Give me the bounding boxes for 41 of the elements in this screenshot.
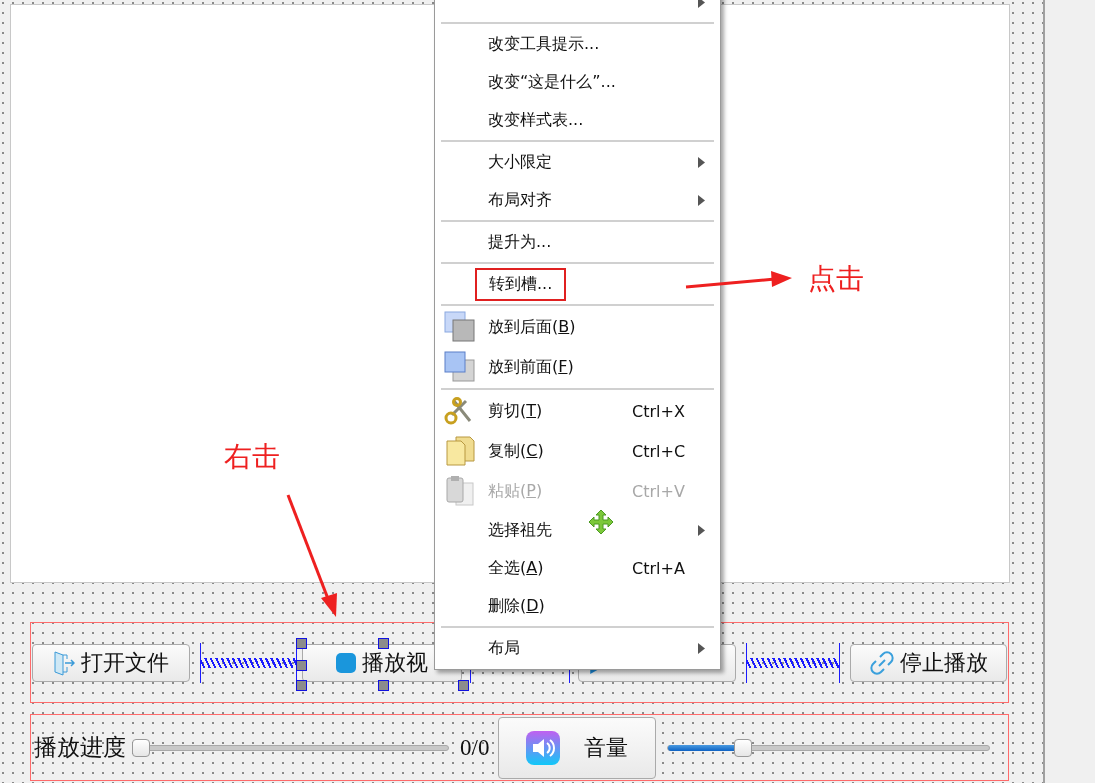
- menu-item[interactable]: 放到前面(F): [435, 347, 720, 387]
- menu-item[interactable]: 全选(A) Ctrl+A: [435, 549, 720, 587]
- menu-item-label: 粘贴(P): [488, 479, 543, 502]
- menu-item[interactable]: 改变“这是什么”...: [435, 63, 720, 101]
- menu-item[interactable]: 删除(D): [435, 587, 720, 625]
- shortcut-text: Ctrl+X: [632, 401, 686, 421]
- menu-item[interactable]: 选择祖先: [435, 511, 720, 549]
- push-button[interactable]: 停止播放: [850, 643, 1007, 682]
- menu-item[interactable]: 剪切(T) Ctrl+X: [435, 391, 720, 431]
- menu-item-label: 布局: [488, 636, 520, 659]
- menu-item-label: 转到槽...: [475, 267, 567, 301]
- menu-item-label: 提升为...: [488, 230, 552, 253]
- menu-item[interactable]: 放到后面(B): [435, 307, 720, 347]
- menu-item[interactable]: 布局对齐: [435, 181, 720, 219]
- menu-item-label: 改变工具提示...: [488, 32, 600, 55]
- menu-item[interactable]: 复制(C) Ctrl+C: [435, 431, 720, 471]
- menu-item-label: 放到前面(F): [488, 355, 574, 378]
- progress-label: 播放进度: [34, 734, 126, 762]
- menu-item-label: 大小限定: [488, 150, 552, 173]
- menu-item-label: 复制(C): [488, 439, 544, 462]
- menu-item[interactable]: 改变工具提示...: [435, 25, 720, 63]
- menu-item[interactable]: 大小限定: [435, 143, 720, 181]
- menu-item-label: 选择祖先: [488, 518, 552, 541]
- menu-item-label: 剪切(T): [488, 399, 543, 422]
- shortcut-text: Ctrl+A: [632, 558, 686, 578]
- menu-item[interactable]: 转到槽...: [435, 265, 720, 303]
- progress-reading: 0/0: [460, 734, 490, 761]
- menu-item-label: 布局对齐: [488, 188, 552, 211]
- push-button[interactable]: 打开文件: [32, 643, 190, 682]
- annotation-text: 点击: [808, 261, 864, 297]
- menu-item[interactable]: 改变样式表...: [435, 101, 720, 139]
- menu-item-label: 全选(A): [488, 556, 544, 579]
- menu-item-label: 删除(D): [488, 594, 545, 617]
- annotation-text: 右击: [224, 439, 280, 475]
- menu-item[interactable]: 提升为...: [435, 223, 720, 261]
- menu-item-label: 放到后面(B): [488, 315, 576, 338]
- menu-item-label: 改变样式表...: [488, 108, 584, 131]
- menu-item-label: 改变“这是什么”...: [488, 70, 616, 93]
- shortcut-text: Ctrl+C: [632, 441, 687, 461]
- volume-button[interactable]: 音量: [498, 716, 657, 779]
- shortcut-text: Ctrl+V: [632, 481, 686, 501]
